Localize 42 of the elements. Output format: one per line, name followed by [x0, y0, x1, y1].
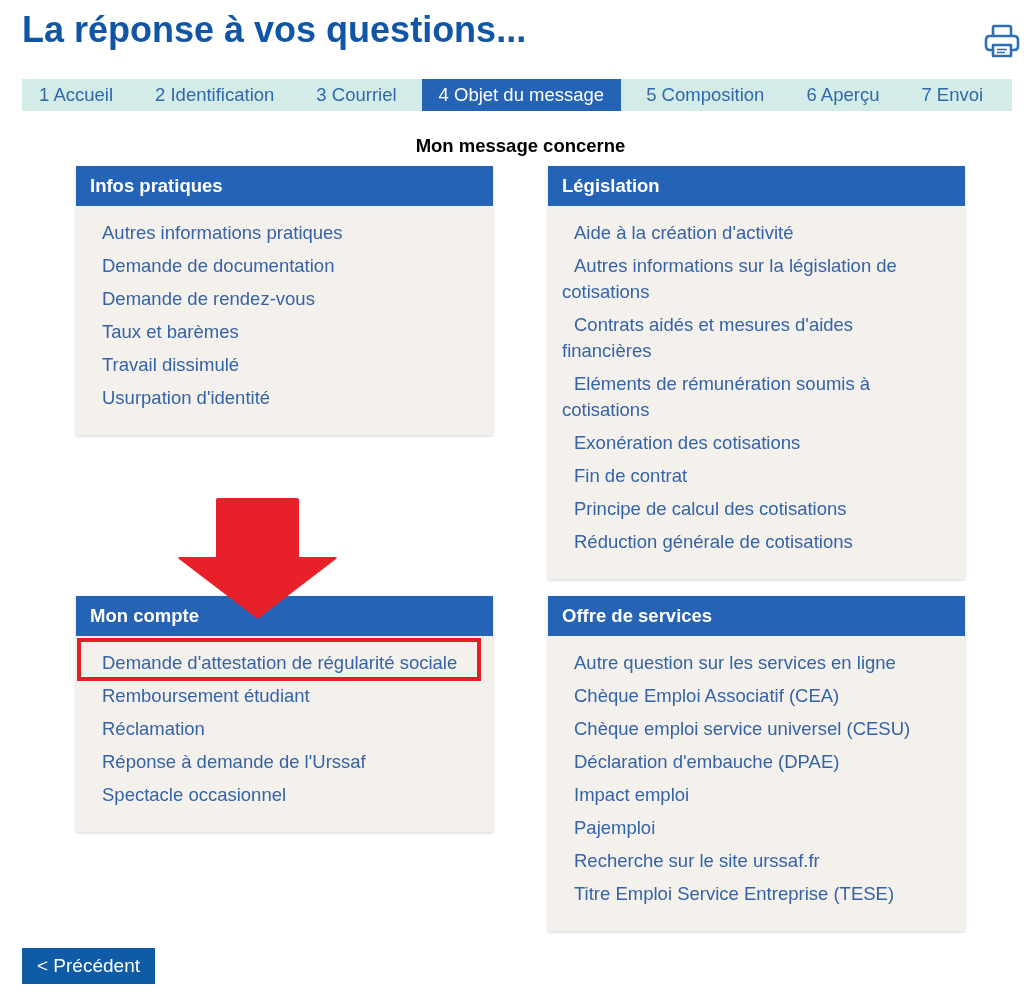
page-title: La réponse à vos questions...: [22, 10, 527, 50]
section-prompt: Mon message concerne: [415, 136, 626, 156]
print-icon[interactable]: [984, 24, 1020, 58]
card-header: Législation: [548, 166, 965, 206]
topic-link[interactable]: Réduction générale de cotisations: [562, 529, 853, 555]
topic-link[interactable]: Autre question sur les services en ligne: [562, 650, 896, 676]
card-header: Mon compte: [76, 596, 493, 636]
step-tab[interactable]: 3 Courriel: [299, 79, 414, 111]
topic-link[interactable]: Fin de contrat: [562, 463, 688, 489]
topic-link[interactable]: Recherche sur le site urssaf.fr: [562, 848, 820, 874]
topic-link[interactable]: Usurpation d'identité: [90, 385, 271, 411]
step-tab[interactable]: 2 Identification: [138, 79, 292, 111]
topic-link[interactable]: Principe de calcul des cotisations: [562, 496, 847, 522]
topic-link[interactable]: Demande d'attestation de régularité sociale: [90, 650, 458, 676]
step-tab[interactable]: 5 Composition: [629, 79, 782, 111]
card-header: Offre de services: [548, 596, 965, 636]
topic-link[interactable]: Réclamation: [90, 716, 205, 742]
card-header: Infos pratiques: [76, 166, 493, 206]
step-tab[interactable]: 1 Accueil: [22, 79, 131, 111]
topic-link[interactable]: Chèque emploi service universel (CESU): [562, 716, 911, 742]
topic-link[interactable]: Chèque Emploi Associatif (CEA): [562, 683, 840, 709]
topic-link[interactable]: Demande de rendez-vous: [90, 286, 315, 312]
topic-link[interactable]: Travail dissimulé: [90, 352, 240, 378]
topic-link[interactable]: Déclaration d'embauche (DPAE): [562, 749, 840, 775]
topic-link[interactable]: Autres informations pratiques: [90, 220, 343, 246]
topic-link[interactable]: Autres informations sur la législation de cotisations: [562, 253, 939, 305]
topic-link[interactable]: Demande de documentation: [90, 253, 335, 279]
topic-link[interactable]: Taux et barèmes: [90, 319, 239, 345]
topic-link[interactable]: Aide à la création d'activité: [562, 220, 794, 246]
step-tab[interactable]: 7 Envoi: [904, 79, 1001, 111]
topic-link[interactable]: Impact emploi: [562, 782, 690, 808]
topic-link[interactable]: Réponse à demande de l'Urssaf: [90, 749, 366, 775]
step-tab[interactable]: 4 Objet du message: [421, 79, 622, 111]
topic-link[interactable]: Titre Emploi Service Entreprise (TESE): [562, 881, 895, 907]
previous-button[interactable]: < Précédent: [22, 948, 155, 984]
topic-link[interactable]: Pajemploi: [562, 815, 656, 841]
topic-link[interactable]: Remboursement étudiant: [90, 683, 310, 709]
topic-link[interactable]: Spectacle occasionnel: [90, 782, 287, 808]
topic-link[interactable]: Contrats aidés et mesures d'aides financières: [562, 312, 939, 364]
step-tab[interactable]: 6 Aperçu: [789, 79, 897, 111]
topic-link[interactable]: Exonération des cotisations: [562, 430, 801, 456]
topic-link[interactable]: Eléments de rémunération soumis à cotisations: [562, 371, 939, 423]
